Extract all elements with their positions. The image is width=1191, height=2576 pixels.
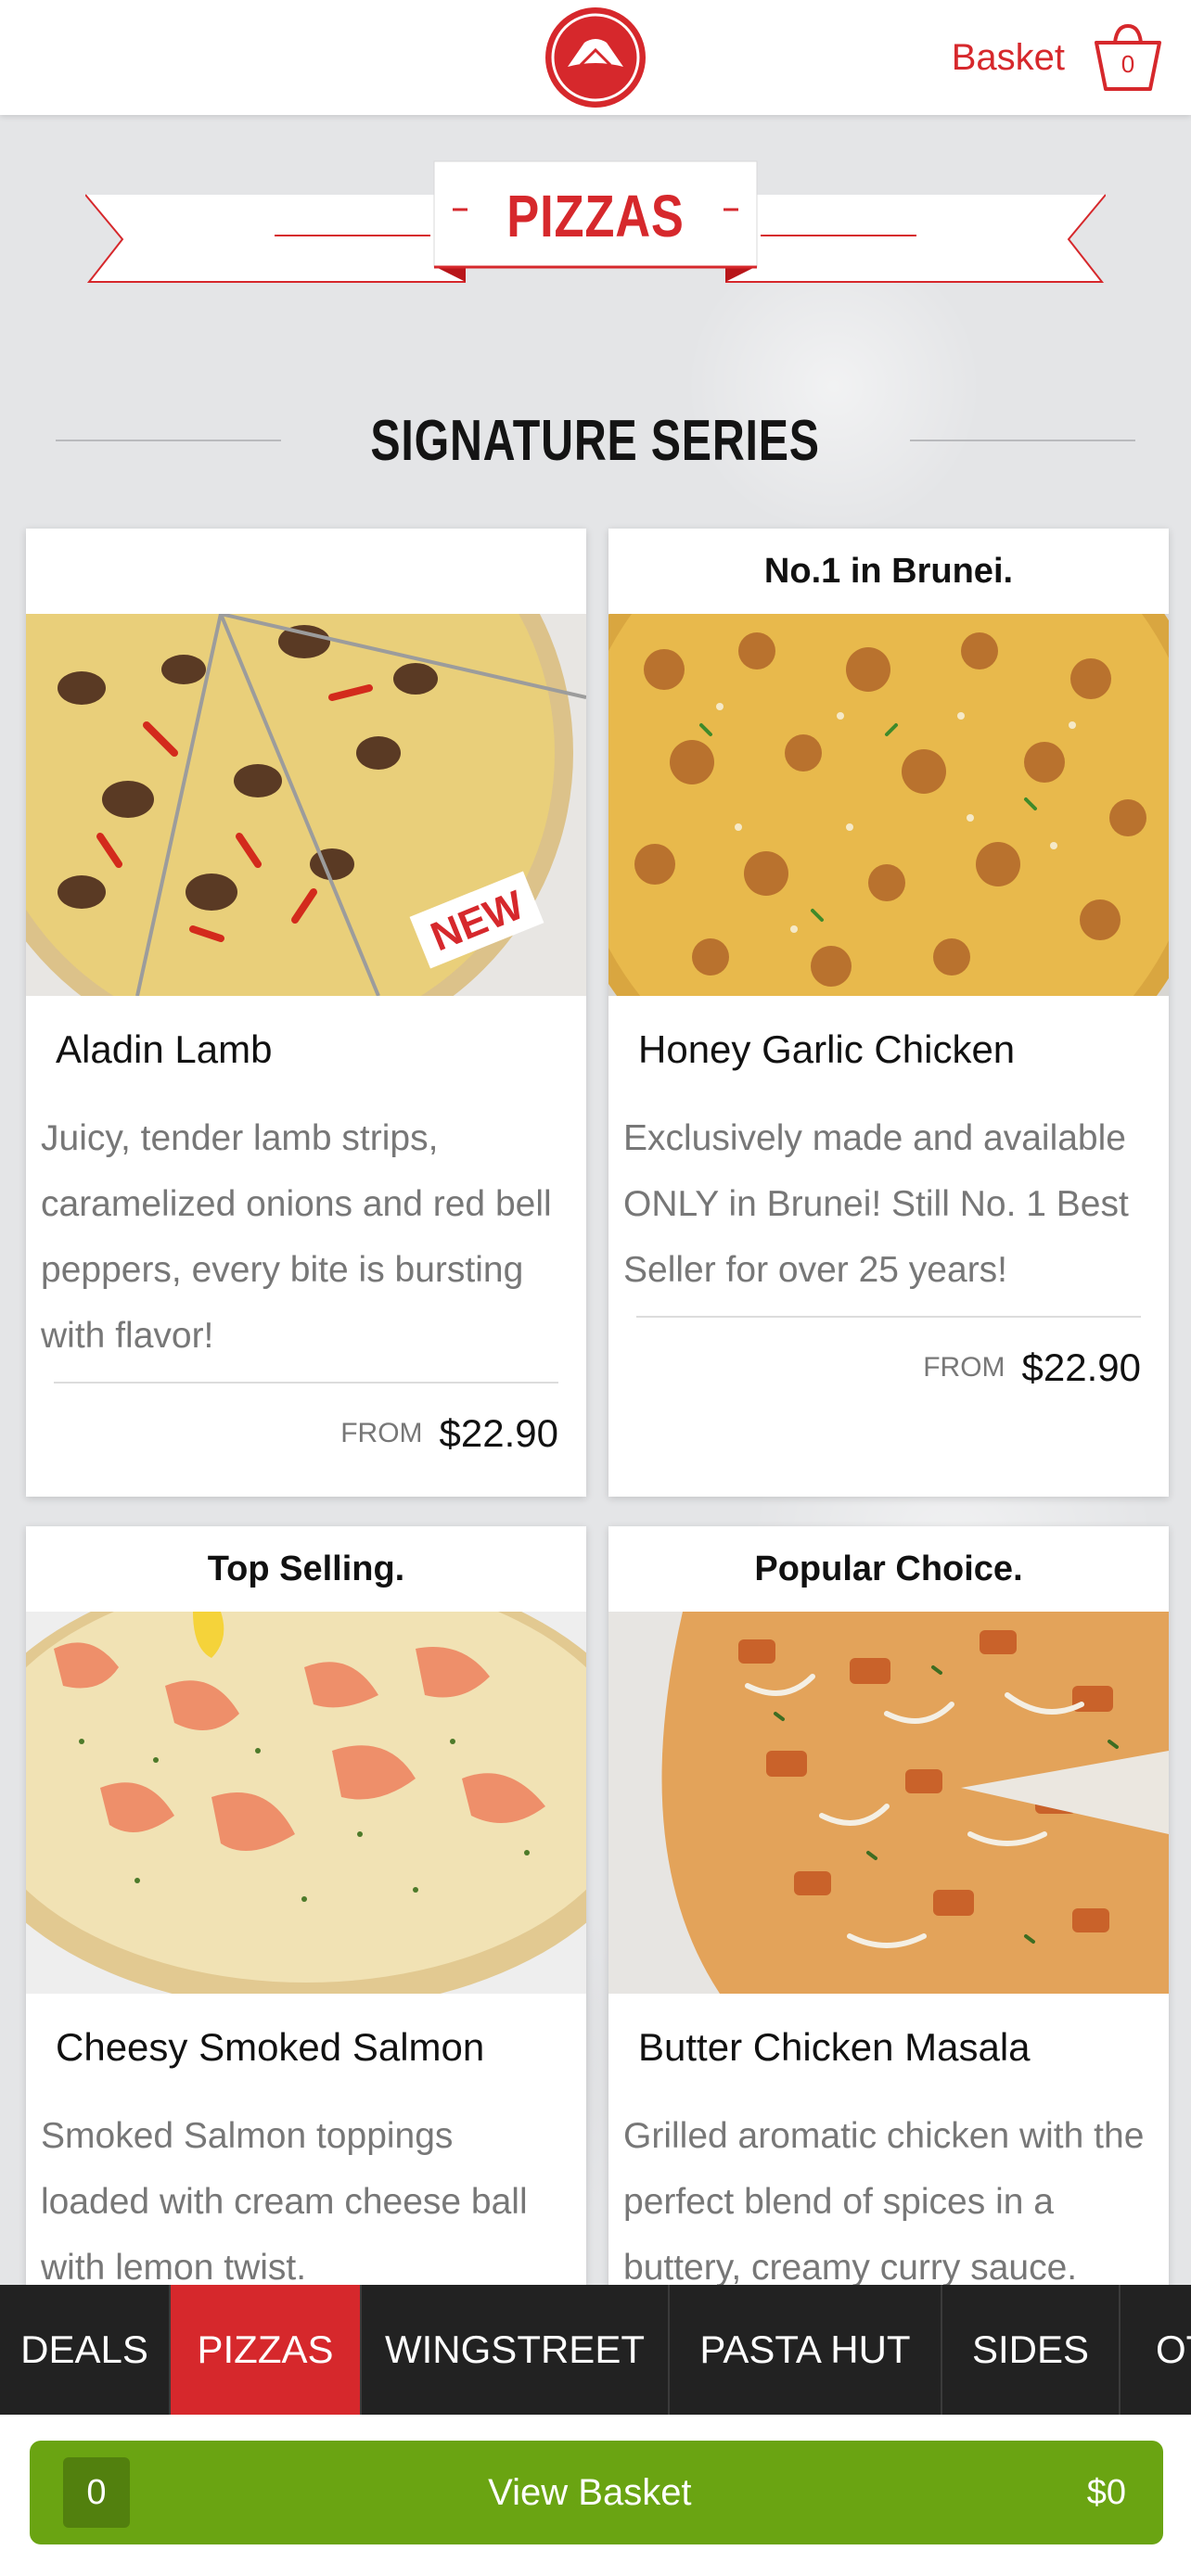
product-price-row: FROM $22.90: [26, 1384, 586, 1484]
tab-pizzas[interactable]: PIZZAS: [171, 2285, 362, 2415]
category-nav: DEALS PIZZAS WINGSTREET PASTA HUT SIDES …: [0, 2285, 1191, 2415]
from-label: FROM: [340, 1418, 423, 1448]
basket-link[interactable]: Basket 0: [952, 20, 1165, 95]
tab-wingstreet[interactable]: WINGSTREET: [362, 2285, 670, 2415]
product-card[interactable]: Popular Choice. Butter Chicken Masala Gr…: [608, 1526, 1169, 2361]
product-description: Exclusively made and available ONLY in B…: [623, 1118, 1129, 1290]
product-image[interactable]: [608, 614, 1169, 996]
basket-icon: 0: [1091, 22, 1165, 93]
pizza-hut-logo[interactable]: [544, 6, 647, 109]
product-image[interactable]: [26, 1612, 586, 1994]
product-price: $22.90: [1021, 1345, 1141, 1389]
product-name[interactable]: Cheesy Smoked Salmon: [26, 1994, 586, 2103]
product-description: Grilled aromatic chicken with the perfec…: [623, 2116, 1145, 2288]
card-tag: No.1 in Brunei.: [763, 551, 1014, 591]
tab-others[interactable]: OT: [1121, 2285, 1191, 2415]
product-name[interactable]: Butter Chicken Masala: [608, 1994, 1169, 2103]
product-description: Smoked Salmon toppings loaded with cream…: [41, 2116, 528, 2288]
app-header: Basket 0: [0, 0, 1191, 115]
divider: [56, 440, 282, 441]
product-card[interactable]: Top Selling. Cheesy Smoked Salmon Smoked…: [26, 1526, 586, 2361]
from-label: FROM: [923, 1352, 1005, 1383]
product-image[interactable]: [608, 1612, 1169, 1994]
banner-title: PIZZAS: [506, 183, 685, 249]
basket-label: Basket: [951, 36, 1065, 78]
product-name[interactable]: Honey Garlic Chicken: [608, 996, 1169, 1105]
product-name[interactable]: Aladin Lamb: [26, 996, 586, 1105]
basket-total: $0: [1086, 2472, 1126, 2512]
view-basket-label: View Basket: [488, 2471, 692, 2513]
view-basket-button[interactable]: 0 View Basket $0: [30, 2441, 1163, 2544]
product-image[interactable]: NEW: [26, 614, 586, 996]
card-tag: Popular Choice.: [754, 1549, 1023, 1588]
card-tag: Top Selling.: [207, 1549, 405, 1588]
product-price: $22.90: [439, 1411, 558, 1455]
divider: [909, 440, 1136, 441]
product-price-row: FROM $22.90: [608, 1318, 1169, 1418]
card-tag: [26, 529, 586, 614]
product-card[interactable]: No.1 in Brunei. Honey Garlic Chicken Exc…: [608, 529, 1169, 1497]
basket-count: 0: [1121, 50, 1135, 78]
category-banner: PIZZAS: [85, 158, 1106, 287]
product-card[interactable]: NEW Aladin Lamb Juicy, tender lamb strip…: [26, 529, 586, 1497]
basket-bar-container: 0 View Basket $0: [0, 2415, 1191, 2576]
tab-pasta-hut[interactable]: PASTA HUT: [670, 2285, 942, 2415]
tab-deals[interactable]: DEALS: [0, 2285, 171, 2415]
section-heading: SIGNATURE SERIES: [56, 399, 1136, 482]
product-description: Juicy, tender lamb strips, caramelized o…: [41, 1118, 552, 1356]
section-title: SIGNATURE SERIES: [370, 408, 821, 473]
tab-sides[interactable]: SIDES: [942, 2285, 1121, 2415]
